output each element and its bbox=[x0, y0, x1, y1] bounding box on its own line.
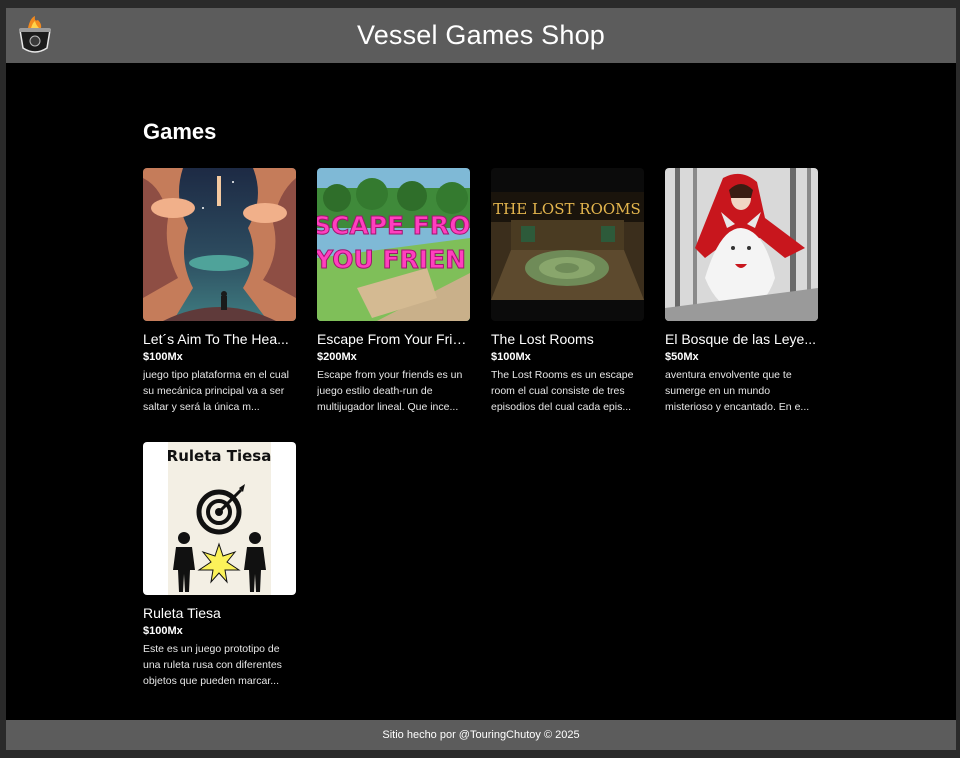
cover-text: Ruleta Tiesa bbox=[167, 447, 272, 465]
game-card[interactable]: SCAPE FROM YOU FRIEN Escape From Your Fr… bbox=[317, 168, 470, 415]
game-description: The Lost Rooms es un escape room el cual… bbox=[491, 369, 634, 413]
game-price: $100Mx bbox=[143, 625, 183, 637]
game-cover-image[interactable] bbox=[143, 168, 296, 321]
game-description: Escape from your friends es un juego est… bbox=[317, 369, 463, 413]
cover-text: YOU FRIEN bbox=[317, 245, 466, 274]
game-cover-image[interactable]: SCAPE FROM YOU FRIEN bbox=[317, 168, 470, 321]
game-price: $50Mx bbox=[665, 351, 699, 363]
game-title[interactable]: Escape From Your Frie... bbox=[317, 331, 470, 347]
site-header: Vessel Games Shop bbox=[6, 8, 956, 63]
footer-text: Sitio hecho por @TouringChutoy © 2025 bbox=[382, 729, 580, 741]
game-description: Este es un juego prototipo de una ruleta… bbox=[143, 643, 282, 687]
game-price: $200Mx bbox=[317, 351, 357, 363]
game-description: juego tipo plataforma en el cual su mecá… bbox=[143, 369, 289, 413]
cover-text: THE LOST ROOMS bbox=[493, 200, 641, 218]
game-card[interactable]: THE LOST ROOMS The Lost Rooms $100Mx The… bbox=[491, 168, 644, 415]
page-frame: Vessel Games Shop Games Let´s Aim To The… bbox=[6, 8, 956, 750]
game-cover-image[interactable] bbox=[665, 168, 818, 321]
game-cover-image[interactable]: Ruleta Tiesa bbox=[143, 442, 296, 595]
game-title[interactable]: The Lost Rooms bbox=[491, 331, 644, 347]
cover-text: SCAPE FROM bbox=[317, 211, 470, 240]
flaming-cauldron-icon[interactable] bbox=[16, 14, 54, 56]
game-price: $100Mx bbox=[491, 351, 531, 363]
game-card[interactable]: El Bosque de las Leye... $50Mx aventura … bbox=[665, 168, 818, 415]
game-card[interactable]: Let´s Aim To The Hea... $100Mx juego tip… bbox=[143, 168, 296, 415]
game-price: $100Mx bbox=[143, 351, 183, 363]
game-description: aventura envolvente que te sumerge en un… bbox=[665, 369, 810, 413]
section-title: Games bbox=[143, 119, 217, 144]
site-title: Vessel Games Shop bbox=[356, 20, 606, 50]
game-card[interactable]: Ruleta Tiesa Ruleta Tiesa $100Mx Este es… bbox=[143, 442, 296, 689]
game-cover-image[interactable]: THE LOST ROOMS bbox=[491, 168, 644, 321]
site-footer: Sitio hecho por @TouringChutoy © 2025 bbox=[6, 720, 956, 750]
game-title[interactable]: El Bosque de las Leye... bbox=[665, 331, 818, 347]
game-title[interactable]: Let´s Aim To The Hea... bbox=[143, 331, 296, 347]
game-title[interactable]: Ruleta Tiesa bbox=[143, 605, 296, 621]
